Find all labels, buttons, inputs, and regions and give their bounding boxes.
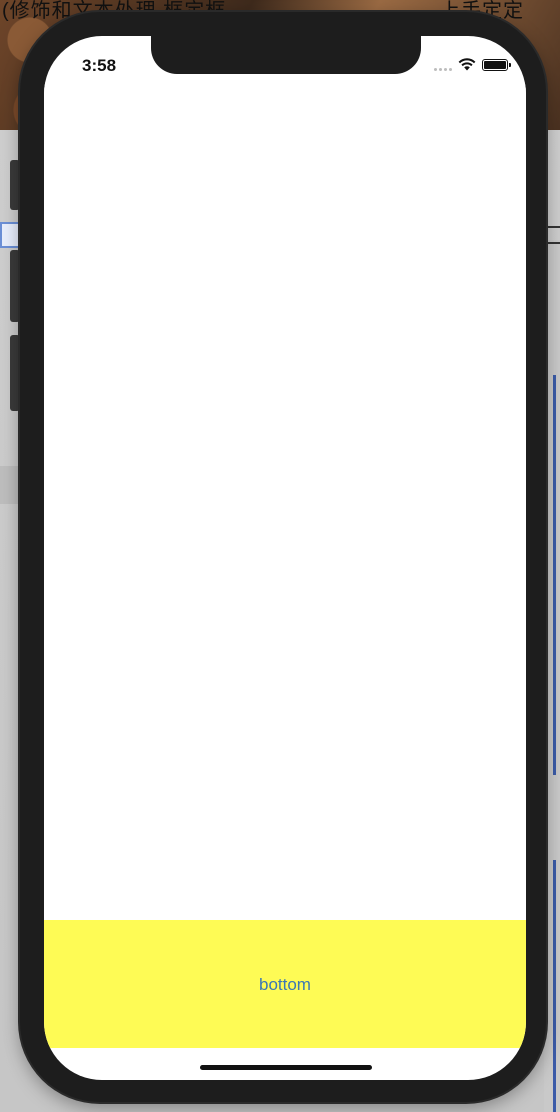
bottom-bar[interactable]: bottom xyxy=(44,920,526,1048)
side-handle xyxy=(10,335,20,411)
menu-lines-icon xyxy=(548,226,560,244)
status-icons xyxy=(434,58,511,71)
status-time: 3:58 xyxy=(82,56,117,75)
battery-icon xyxy=(482,58,511,71)
device-notch xyxy=(151,36,421,74)
side-handle xyxy=(10,160,20,210)
phone-screen: 3:58 bottom xyxy=(44,36,526,1080)
cellular-dots-icon xyxy=(434,59,452,71)
right-edge-bar xyxy=(553,860,556,1112)
wifi-icon xyxy=(458,58,476,71)
right-edge-panel xyxy=(544,240,560,1112)
side-handle xyxy=(10,250,20,322)
bottom-label: bottom xyxy=(259,975,311,994)
main-content xyxy=(44,84,526,924)
iphone-simulator: 3:58 bottom xyxy=(20,12,546,1102)
right-edge-bar xyxy=(553,375,556,775)
home-indicator[interactable] xyxy=(200,1065,372,1070)
